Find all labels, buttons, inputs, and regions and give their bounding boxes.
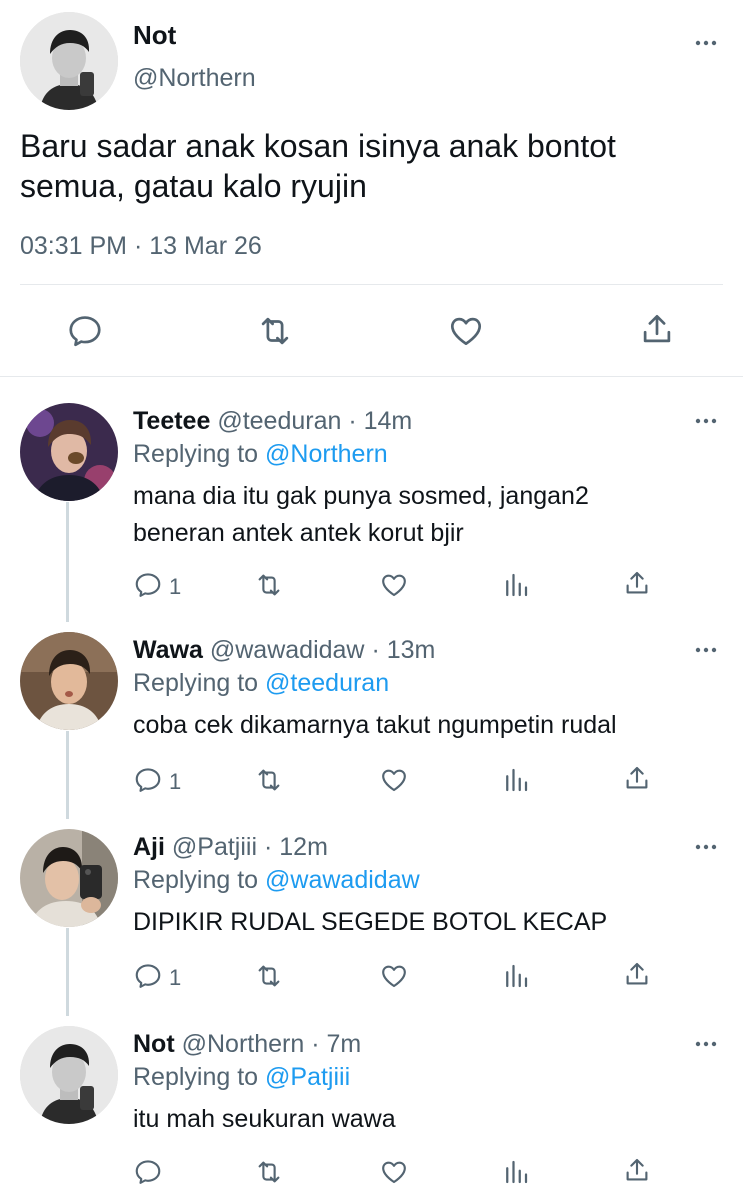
share-icon[interactable] <box>638 310 676 348</box>
thread-line <box>66 502 69 622</box>
handle[interactable]: @Northern <box>182 1030 305 1058</box>
reply-count: 1 <box>169 965 182 990</box>
tweet-timestamp[interactable]: 03:31 PM · 13 Mar 26 <box>20 232 262 261</box>
divider <box>0 376 743 377</box>
share-icon[interactable] <box>622 959 652 989</box>
like-icon[interactable] <box>379 961 409 991</box>
more-options-icon[interactable] <box>694 416 718 426</box>
replying-to: Replying to @Patjiii <box>133 1063 350 1092</box>
thread-line <box>66 928 69 1016</box>
retweet-icon[interactable] <box>254 1157 284 1187</box>
reply-text: coba cek dikamarnya takut ngumpetin ruda… <box>133 707 713 744</box>
reply-count: 1 <box>169 769 182 794</box>
avatar[interactable] <box>20 403 118 501</box>
display-name[interactable]: Not <box>133 1030 175 1058</box>
like-icon[interactable] <box>379 1157 409 1187</box>
reply-icon[interactable] <box>133 1157 163 1187</box>
reply-header: Teetee @teeduran · 14m <box>133 407 412 436</box>
replying-to-link[interactable]: @wawadidaw <box>265 866 420 894</box>
handle[interactable]: @Patjiii <box>172 833 257 861</box>
share-icon[interactable] <box>622 763 652 793</box>
tweet-text: Baru sadar anak kosan isinya anak bontot… <box>20 126 616 206</box>
reply-text: itu mah seukuran wawa <box>133 1101 713 1138</box>
replying-label: Replying to <box>133 866 259 894</box>
analytics-icon[interactable] <box>501 570 531 600</box>
retweet-icon[interactable] <box>254 765 284 795</box>
reply-text-line: DIPIKIR RUDAL SEGEDE BOTOL KECAP <box>133 908 608 936</box>
reply-text-line: mana dia itu gak punya sosmed, jangan2 <box>133 482 589 510</box>
replying-to-link[interactable]: @Northern <box>265 440 388 468</box>
reply-text-line: itu mah seukuran wawa <box>133 1105 396 1133</box>
replying-label: Replying to <box>133 1063 259 1091</box>
handle[interactable]: @wawadidaw <box>210 636 365 664</box>
avatar[interactable] <box>20 632 118 730</box>
reply-time[interactable]: · 7m <box>311 1030 361 1058</box>
display-name[interactable]: Teetee <box>133 407 210 435</box>
analytics-icon[interactable] <box>501 1157 531 1187</box>
replying-label: Replying to <box>133 669 259 697</box>
reply-text: mana dia itu gak punya sosmed, jangan2 b… <box>133 478 713 552</box>
more-options-icon[interactable] <box>694 38 718 48</box>
reply-header: Not @Northern · 7m <box>133 1030 361 1059</box>
reply-header: Wawa @wawadidaw · 13m <box>133 636 435 665</box>
reply-icon[interactable] <box>133 570 163 600</box>
retweet-icon[interactable] <box>256 312 294 350</box>
tweet-text-line: semua, gatau kalo ryujin <box>20 168 367 204</box>
retweet-icon[interactable] <box>254 961 284 991</box>
display-name[interactable]: Not <box>133 20 176 51</box>
replying-to-link[interactable]: @teeduran <box>265 669 389 697</box>
tweet-text-line: Baru sadar anak kosan isinya anak bontot <box>20 128 616 164</box>
replying-to: Replying to @teeduran <box>133 669 389 698</box>
retweet-icon[interactable] <box>254 570 284 600</box>
display-name[interactable]: Aji <box>133 833 165 861</box>
display-name[interactable]: Wawa <box>133 636 203 664</box>
handle[interactable]: @Northern <box>133 64 256 93</box>
replying-to-link[interactable]: @Patjiii <box>265 1063 350 1091</box>
like-icon[interactable] <box>379 570 409 600</box>
analytics-icon[interactable] <box>501 961 531 991</box>
more-options-icon[interactable] <box>694 1039 718 1049</box>
handle[interactable]: @teeduran <box>217 407 341 435</box>
divider <box>20 284 723 285</box>
avatar[interactable] <box>20 829 118 927</box>
reply-count: 1 <box>169 574 182 599</box>
more-options-icon[interactable] <box>694 842 718 852</box>
analytics-icon[interactable] <box>501 765 531 795</box>
reply-text-line: beneran antek antek korut bjir <box>133 519 464 547</box>
avatar[interactable] <box>20 1026 118 1124</box>
reply-header: Aji @Patjiii · 12m <box>133 833 328 862</box>
more-options-icon[interactable] <box>694 645 718 655</box>
reply-icon[interactable] <box>133 961 163 991</box>
reply-time[interactable]: · 14m <box>348 407 412 435</box>
like-icon[interactable] <box>379 765 409 795</box>
like-icon[interactable] <box>447 312 485 350</box>
reply-text: DIPIKIR RUDAL SEGEDE BOTOL KECAP <box>133 904 713 941</box>
reply-icon[interactable] <box>133 765 163 795</box>
reply-time[interactable]: · 13m <box>371 636 435 664</box>
thread-line <box>66 731 69 819</box>
replying-to: Replying to @Northern <box>133 440 388 469</box>
avatar[interactable] <box>20 12 118 110</box>
reply-icon[interactable] <box>66 312 104 350</box>
share-icon[interactable] <box>622 1155 652 1185</box>
share-icon[interactable] <box>622 568 652 598</box>
reply-text-line: coba cek dikamarnya takut ngumpetin ruda… <box>133 711 617 739</box>
replying-label: Replying to <box>133 440 259 468</box>
replying-to: Replying to @wawadidaw <box>133 866 420 895</box>
reply-time[interactable]: · 12m <box>264 833 328 861</box>
